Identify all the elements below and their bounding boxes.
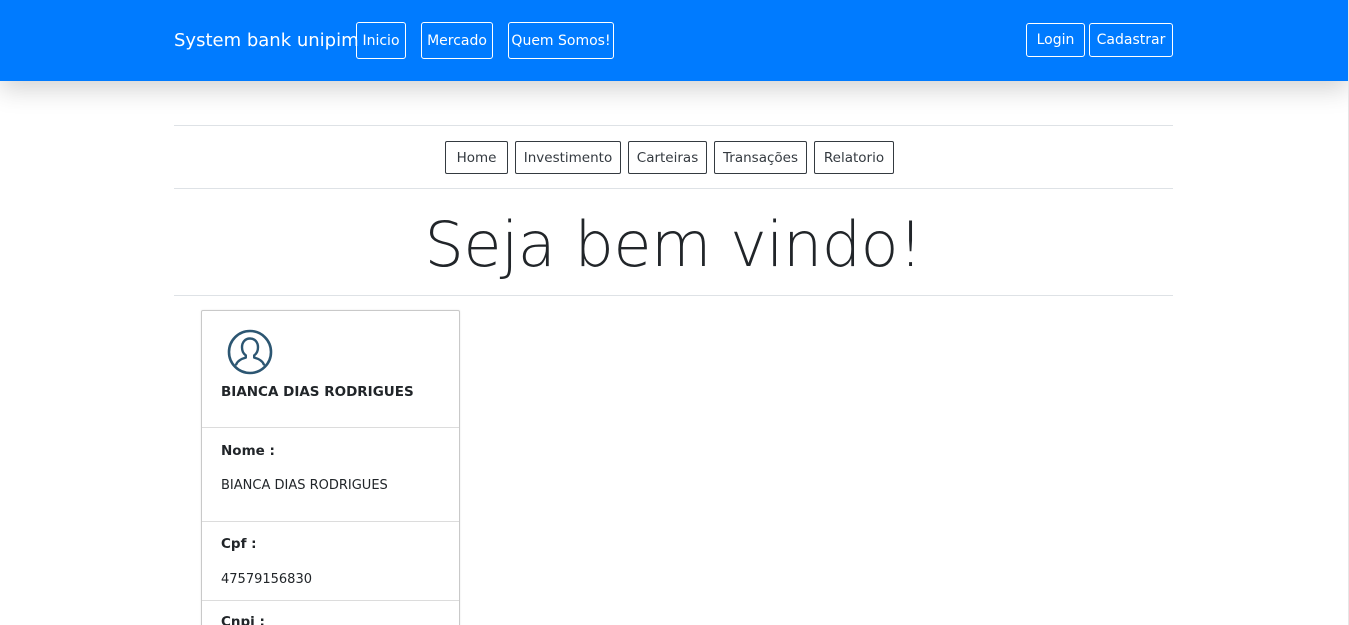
card-divider [202, 427, 459, 428]
register-button[interactable]: Cadastrar [1089, 23, 1173, 57]
nav-quem-somos-button[interactable]: Quem Somos! [508, 22, 614, 59]
field-label-nome: Nome : [221, 443, 275, 459]
field-value-nome: BIANCA DIAS RODRIGUES [221, 478, 388, 493]
card-divider [202, 600, 459, 601]
subnav-bottom-divider [174, 188, 1173, 189]
subnav-carteiras-button[interactable]: Carteiras [628, 141, 707, 174]
user-circle-icon [227, 329, 273, 375]
login-button[interactable]: Login [1026, 23, 1085, 57]
welcome-heading: Seja bem vindo! [424, 208, 923, 281]
nav-mercado-button[interactable]: Mercado [421, 22, 493, 59]
subnav-top-divider [174, 125, 1173, 126]
brand-name[interactable]: System bank unipim [174, 30, 359, 51]
field-value-cpf: 47579156830 [221, 572, 312, 587]
profile-card: BIANCA DIAS RODRIGUES Nome : BIANCA DIAS… [201, 310, 460, 625]
nav-inicio-button[interactable]: Inicio [356, 22, 406, 59]
welcome-divider [174, 295, 1173, 296]
subnav-home-button[interactable]: Home [445, 141, 508, 174]
subnav-transacoes-button[interactable]: Transações [714, 141, 807, 174]
field-label-cpf: Cpf : [221, 536, 257, 552]
top-navbar: System bank unipim Inicio Mercado Quem S… [0, 0, 1349, 81]
profile-name: BIANCA DIAS RODRIGUES [221, 384, 414, 400]
field-label-cnpj: Cnpj : [221, 614, 265, 625]
subnav-relatorio-button[interactable]: Relatorio [814, 141, 894, 174]
subnav-investimento-button[interactable]: Investimento [515, 141, 621, 174]
card-divider [202, 521, 459, 522]
